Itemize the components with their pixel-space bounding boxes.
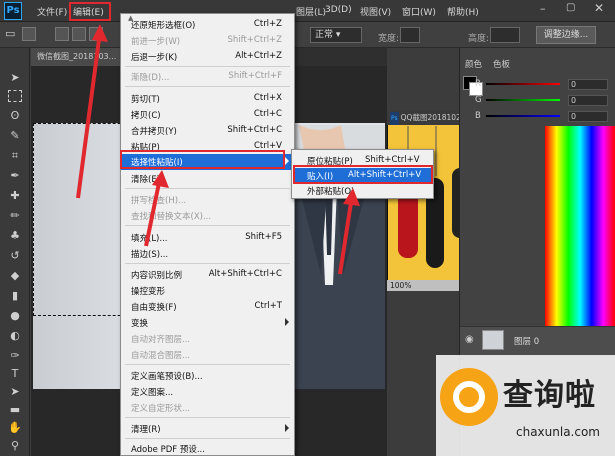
submenu-arrow-icon [285, 318, 289, 326]
width-field[interactable] [400, 27, 420, 43]
red-arrow-to-paste-into [338, 188, 360, 275]
gradient-tool-icon[interactable]: ▮ [7, 288, 23, 304]
type-tool-icon[interactable]: T [7, 366, 23, 382]
new-selection-icon[interactable] [55, 27, 69, 41]
blur-tool-icon[interactable]: ● [7, 308, 23, 324]
width-label: 宽度: [378, 34, 400, 44]
menu-item-step-forward[interactable]: 前进一步(W) Shift+Ctrl+Z [121, 33, 294, 48]
menu-help[interactable]: 帮助(H) [447, 5, 479, 18]
red-arrow-to-paste-special [144, 170, 169, 247]
crop-tool-icon[interactable]: ⌗ [7, 148, 23, 164]
menu-window[interactable]: 窗口(W) [402, 5, 436, 18]
marquee-tool-icon[interactable] [8, 90, 22, 102]
tool-preset-picker[interactable] [22, 27, 36, 41]
color-ramp[interactable] [545, 126, 615, 326]
menu-separator [125, 66, 290, 67]
color-panel-tab[interactable]: 颜色 [465, 58, 482, 70]
eye-icon[interactable]: ◉ [465, 334, 474, 345]
style-select-value: 正常 [315, 30, 334, 40]
menu-item-step-backward[interactable]: 后退一步(K) Alt+Ctrl+Z [121, 49, 294, 64]
menu-item-transform[interactable]: 变换 [121, 315, 294, 330]
r-value[interactable]: 0 [568, 79, 608, 90]
maximize-icon[interactable]: ▢ [566, 2, 575, 13]
menu-item-undo[interactable]: 还原矩形选框(O) Ctrl+Z [121, 17, 294, 32]
move-tool-icon[interactable]: ➤ [7, 70, 23, 86]
paste-special-callout [120, 150, 285, 169]
b-slider[interactable] [486, 115, 560, 117]
menu-item-fade[interactable]: 渐隐(D)... Shift+Ctrl+F [121, 69, 294, 84]
quick-select-icon[interactable]: ✎ [7, 128, 23, 144]
menu-separator [125, 417, 290, 418]
b-value[interactable]: 0 [568, 111, 608, 122]
refine-edge-button[interactable]: 调整边缘... [536, 26, 596, 44]
ps-mini-icon: Ps [390, 112, 399, 125]
r-slider[interactable] [486, 83, 560, 85]
g-slider[interactable] [486, 99, 560, 101]
height-label: 高度: [468, 34, 490, 44]
hand-tool-icon[interactable]: ✋ [7, 420, 23, 436]
menu-item-copy[interactable]: 拷贝(C) Ctrl+C [121, 107, 294, 122]
menu-item-free-transform[interactable]: 自由变换(F) Ctrl+T [121, 299, 294, 314]
menu-item-define-shape[interactable]: 定义自定形状... [121, 400, 294, 415]
paste-into-callout [293, 165, 433, 184]
menu-item-pdf-presets[interactable]: Adobe PDF 预设... [121, 441, 294, 456]
menu-item-define-pattern[interactable]: 定义图案... [121, 384, 294, 399]
eraser-icon[interactable]: ◆ [7, 268, 23, 284]
layer-name[interactable]: 图层 0 [514, 335, 539, 347]
menu-item-content-aware-scale[interactable]: 内容识别比例 Alt+Shift+Ctrl+C [121, 267, 294, 282]
history-brush-icon[interactable]: ↺ [7, 248, 23, 264]
menu-separator [125, 364, 290, 365]
g-label: G [475, 95, 482, 105]
menu-item-define-brush[interactable]: 定义画笔预设(B)... [121, 368, 294, 383]
b-label: B [475, 111, 481, 121]
menu-layer[interactable]: 图层(L) [296, 5, 326, 18]
menu-separator [125, 86, 290, 87]
menu-item-stroke[interactable]: 描边(S)... [121, 246, 294, 261]
edit-menu-callout [69, 2, 111, 21]
menu-item-purge[interactable]: 清理(R) [121, 421, 294, 436]
menu-item-copy-merged[interactable]: 合并拷贝(Y) Shift+Ctrl+C [121, 123, 294, 138]
photoshop-logo: Ps [4, 2, 22, 20]
menu-item-auto-align[interactable]: 自动对齐图层... [121, 331, 294, 346]
g-value[interactable]: 0 [568, 95, 608, 106]
style-select[interactable]: 正常 ▾ [310, 27, 362, 43]
zoom-tool-icon[interactable]: ⚲ [7, 438, 23, 454]
layer-thumbnail [482, 330, 504, 350]
shape-tool-icon[interactable]: ▬ [7, 402, 23, 418]
marquee-tool-icon[interactable]: ▭ [5, 27, 15, 40]
menu-separator [125, 263, 290, 264]
watermark-logo-ring [453, 381, 485, 413]
healing-brush-icon[interactable]: ✚ [7, 188, 23, 204]
menu-item-puppet-warp[interactable]: 操控变形 [121, 283, 294, 298]
clone-stamp-icon[interactable]: ♣ [7, 228, 23, 244]
menu-file[interactable]: 文件(F) [37, 5, 67, 18]
menu-item-cut[interactable]: 剪切(T) Ctrl+X [121, 91, 294, 106]
watermark-title: 查询啦 [503, 378, 596, 413]
red-arrow-to-edit [76, 24, 108, 199]
height-field[interactable] [490, 27, 520, 43]
minimize-icon[interactable]: – [540, 2, 546, 15]
watermark-url: chaxunla.com [516, 425, 600, 439]
menu-item-auto-blend[interactable]: 自动混合图层... [121, 347, 294, 362]
dodge-tool-icon[interactable]: ◐ [7, 328, 23, 344]
brush-tool-icon[interactable]: ✏ [7, 208, 23, 224]
close-icon[interactable]: ✕ [594, 1, 604, 15]
path-select-icon[interactable]: ➤ [7, 384, 23, 400]
eyedropper-icon[interactable]: ✒ [7, 168, 23, 184]
lasso-tool-icon[interactable]: ʘ [7, 108, 23, 124]
menu-separator [125, 438, 290, 439]
pen-tool-icon[interactable]: ✑ [7, 348, 23, 364]
submenu-arrow-icon [285, 157, 289, 165]
swatches-panel-tab[interactable]: 色板 [493, 58, 510, 70]
r-label: R [475, 79, 481, 89]
submenu-arrow-icon [285, 424, 289, 432]
menu-view[interactable]: 视图(V) [360, 5, 391, 18]
menu-3d[interactable]: 3D(D) [325, 5, 352, 15]
